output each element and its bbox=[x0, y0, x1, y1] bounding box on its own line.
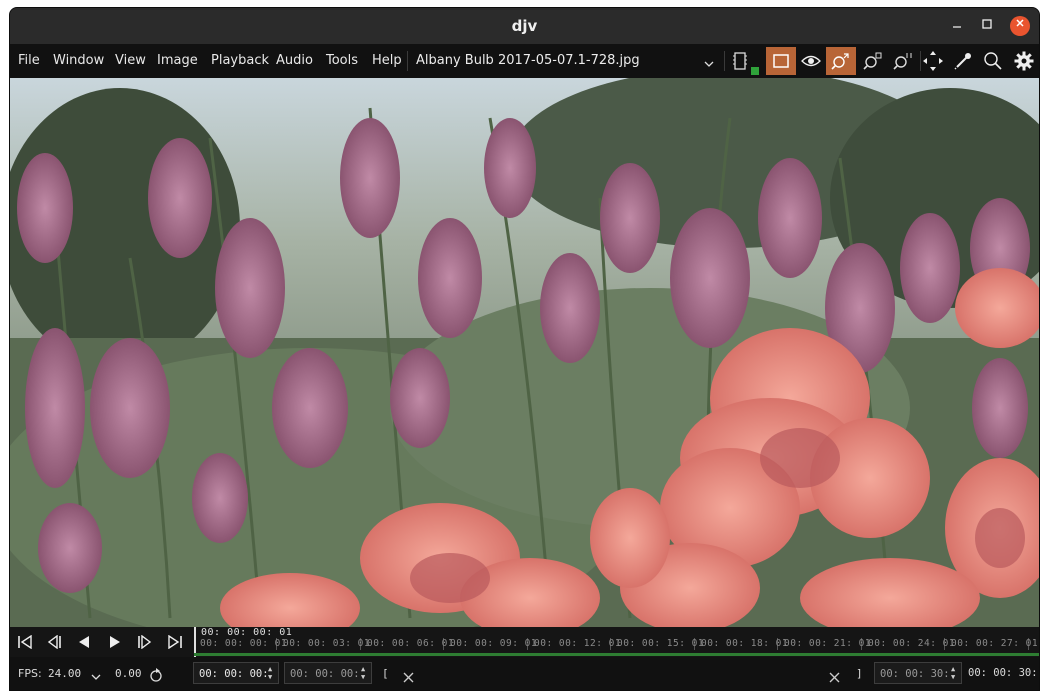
magnifier-icon[interactable] bbox=[978, 47, 1008, 75]
tick-label: 00: 00: 18: 01 bbox=[701, 638, 789, 649]
set-in-point-button[interactable]: [ bbox=[382, 657, 389, 690]
in-point-value: 00: 00: 00: 01 bbox=[290, 668, 360, 680]
set-out-point-button[interactable]: ] bbox=[856, 657, 863, 690]
zoom-in-icon[interactable] bbox=[858, 47, 888, 75]
menu-help[interactable]: Help bbox=[372, 44, 402, 78]
tick-label: 00: 00: 15: 01 bbox=[617, 638, 705, 649]
menu-bar: File Window View Image Playback Audio To… bbox=[10, 44, 1039, 78]
fps-value[interactable]: 24.00 bbox=[48, 657, 81, 690]
clear-in-point-icon[interactable] bbox=[403, 668, 414, 687]
window-title: djv bbox=[511, 17, 538, 35]
tick-label: 00: 00: 12: 01 bbox=[534, 638, 622, 649]
clear-out-point-icon[interactable] bbox=[829, 668, 840, 687]
fps-label: FPS: bbox=[18, 667, 42, 680]
current-file-dropdown[interactable]: Albany Bulb 2017-05-07.1-728.jpg bbox=[416, 44, 640, 78]
play-forward-icon[interactable] bbox=[104, 632, 126, 652]
stepper-icon[interactable]: ▲ ▼ bbox=[951, 665, 959, 681]
cache-progress-bar bbox=[194, 653, 1039, 656]
menu-window[interactable]: Window bbox=[53, 44, 104, 78]
current-frame-field[interactable]: 00: 00: 00: 01 ▲▼ bbox=[193, 662, 279, 684]
speed-value: 0.00 bbox=[115, 667, 142, 680]
in-point-field[interactable]: 00: 00: 00: 01 ▲▼ bbox=[284, 662, 372, 684]
tick-label: 00: 00: 21: 01 bbox=[784, 638, 872, 649]
film-strip-icon[interactable] bbox=[725, 47, 759, 75]
step-forward-icon[interactable] bbox=[134, 632, 156, 652]
timeline-slider[interactable]: 00: 00: 00: 01 00: 00: 00: 01 00: 00: 03… bbox=[194, 627, 1039, 657]
step-back-icon[interactable] bbox=[43, 632, 65, 652]
menu-view[interactable]: View bbox=[115, 44, 146, 78]
chevron-down-icon[interactable] bbox=[90, 668, 102, 687]
minimize-icon bbox=[953, 26, 961, 28]
play-reverse-icon[interactable] bbox=[73, 632, 95, 652]
stepper-icon[interactable]: ▲ ▼ bbox=[361, 665, 369, 681]
color-picker-icon[interactable] bbox=[948, 47, 978, 75]
current-frame-value: 00: 00: 00: 01 bbox=[199, 668, 269, 680]
close-button[interactable] bbox=[1010, 16, 1030, 36]
menu-tools[interactable]: Tools bbox=[326, 44, 358, 78]
chevron-down-icon[interactable] bbox=[703, 55, 715, 74]
menu-audio[interactable]: Audio bbox=[276, 44, 313, 78]
tick-label: 00: 00: 27: 01 bbox=[951, 638, 1039, 649]
timeline-current-time: 00: 00: 00: 01 bbox=[201, 627, 293, 638]
eye-icon[interactable] bbox=[796, 47, 826, 75]
tick-label: 00: 00: 00: 01 bbox=[200, 638, 288, 649]
tick-label: 00: 00: 03: 01 bbox=[283, 638, 371, 649]
skip-to-start-icon[interactable] bbox=[14, 632, 36, 652]
menu-file[interactable]: File bbox=[18, 44, 40, 78]
tick-label: 00: 00: 24: 01 bbox=[868, 638, 956, 649]
maximize-button[interactable] bbox=[977, 16, 997, 36]
stepper-icon[interactable]: ▲ ▼ bbox=[268, 665, 276, 681]
image-viewer[interactable] bbox=[10, 78, 1039, 627]
pan-move-icon[interactable] bbox=[918, 47, 948, 75]
menu-separator bbox=[407, 51, 408, 71]
gear-icon[interactable] bbox=[1009, 47, 1039, 75]
menu-image[interactable]: Image bbox=[157, 44, 198, 78]
skip-to-end-icon[interactable] bbox=[164, 632, 186, 652]
minimize-button[interactable] bbox=[947, 16, 967, 36]
tick-label: 00: 00: 09: 01 bbox=[450, 638, 538, 649]
maximize-icon bbox=[982, 19, 992, 29]
loop-icon[interactable] bbox=[149, 667, 163, 686]
frame-icon[interactable] bbox=[766, 47, 796, 75]
out-point-field[interactable]: 00: 00: 30: 08 ▲▼ bbox=[874, 662, 962, 684]
tick-label: 00: 00: 06: 01 bbox=[367, 638, 455, 649]
menu-playback[interactable]: Playback bbox=[211, 44, 269, 78]
close-icon bbox=[1016, 19, 1024, 27]
status-bar: FPS: 24.00 0.00 00: 00: 00: 01 ▲▼ 00: 00… bbox=[10, 657, 1039, 690]
status-indicator bbox=[751, 67, 759, 75]
playback-controls: 00: 00: 00: 01 00: 00: 00: 01 00: 00: 03… bbox=[10, 627, 1039, 657]
app-window: djv File Window View Image Playback Audi… bbox=[10, 8, 1039, 690]
duration-text: 00: 00: 30: 08 bbox=[968, 667, 1038, 679]
zoom-reset-icon[interactable] bbox=[888, 47, 918, 75]
zoom-fit-icon[interactable] bbox=[826, 47, 856, 75]
title-bar: djv bbox=[10, 8, 1039, 44]
flower-photo bbox=[10, 78, 1039, 627]
out-point-value: 00: 00: 30: 08 bbox=[880, 668, 950, 680]
